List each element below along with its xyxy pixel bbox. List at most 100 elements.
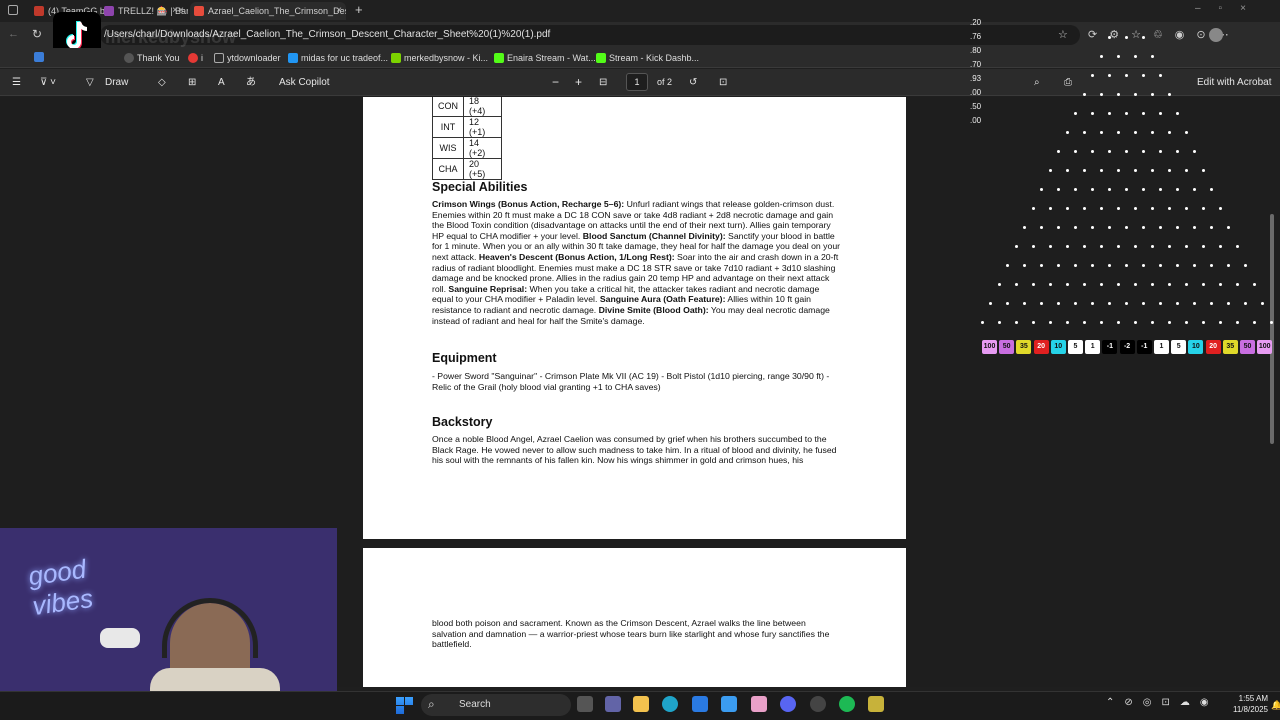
plinko-peg [1108, 264, 1111, 267]
copilot-icon[interactable] [721, 696, 737, 712]
app-icon[interactable] [751, 696, 767, 712]
window-controls[interactable]: –▫× [1195, 3, 1264, 14]
file-explorer-icon[interactable] [633, 696, 649, 712]
taskbar-search[interactable]: Search [421, 694, 571, 716]
bookmark-i[interactable]: i [188, 51, 203, 65]
plinko-peg [1201, 321, 1205, 324]
plinko-peg [1091, 302, 1094, 305]
plinko-peg [1227, 302, 1230, 305]
plinko-peg [1142, 112, 1145, 115]
draw-button[interactable]: Draw [105, 75, 128, 90]
contents-icon[interactable]: ☰ [12, 75, 21, 90]
plinko-peg [1125, 74, 1128, 77]
plinko-peg [1099, 321, 1103, 324]
plinko-peg [1227, 226, 1230, 229]
plinko-peg [1133, 131, 1137, 134]
odds-label: .80 [970, 46, 982, 55]
multiplier-slot: 20 [1033, 340, 1049, 354]
multiplier-slot: -1 [1136, 340, 1152, 354]
discord-icon[interactable] [780, 696, 796, 712]
plinko-peg [1108, 36, 1111, 39]
plinko-peg [1133, 207, 1137, 210]
erase-icon[interactable]: ◇ [158, 75, 166, 90]
bookmark-icon [124, 53, 134, 63]
bookmark-enaira[interactable]: Enaira Stream - Wat... [494, 51, 596, 65]
read-aloud-icon[interactable]: A [218, 75, 225, 90]
tab-active[interactable]: Azrael_Caelion_The_Crimson_Des × [190, 2, 346, 20]
shirt [150, 668, 280, 692]
plinko-peg [1218, 207, 1222, 210]
plinko-peg [1099, 131, 1103, 134]
plinko-peg [1040, 264, 1043, 267]
zoom-in-button[interactable]: + [575, 75, 582, 90]
tab-1[interactable]: TRELLZ! 🎰 | Ban × [100, 2, 188, 20]
spotify-icon[interactable] [839, 696, 855, 712]
teams-icon[interactable] [605, 696, 621, 712]
refresh-icon[interactable]: ↻ [32, 27, 42, 41]
plinko-peg [1065, 207, 1069, 210]
plinko-peg [1099, 283, 1103, 286]
translate-icon[interactable]: あ [246, 75, 256, 90]
rotate-icon[interactable]: ↺ [689, 75, 697, 90]
plinko-peg [1057, 264, 1060, 267]
windows-start-icon[interactable] [396, 697, 413, 714]
plinko-peg [1116, 93, 1120, 96]
pdf-page-2: blood both poison and sacrament. Known a… [363, 548, 906, 687]
window-icon[interactable] [8, 5, 18, 15]
ask-copilot-button[interactable]: Ask Copilot [279, 75, 330, 90]
plinko-peg [1167, 207, 1171, 210]
plinko-peg [1048, 169, 1052, 172]
zoom-out-button[interactable]: − [552, 75, 559, 90]
bookmark-kick-dashboard[interactable]: Stream - Kick Dashb... [596, 51, 699, 65]
bookmark-thank-you[interactable]: Thank You [124, 51, 180, 65]
back-icon[interactable]: ← [8, 28, 19, 40]
fit-page-icon[interactable]: ⊟ [599, 75, 607, 90]
plinko-peg [1108, 112, 1111, 115]
plinko-peg [1176, 226, 1179, 229]
plinko-peg [1074, 264, 1077, 267]
plinko-peg [1099, 93, 1103, 96]
task-view-icon[interactable] [577, 696, 593, 712]
plinko-peg [1184, 207, 1188, 210]
plinko-peg [1116, 55, 1120, 58]
plinko-peg [1159, 188, 1162, 191]
plinko-peg [1074, 188, 1077, 191]
plinko-peg [1108, 74, 1111, 77]
notification-bell-icon[interactable]: 🔔 [1271, 700, 1280, 711]
plinko-peg [1176, 150, 1179, 153]
plinko-peg [1167, 93, 1171, 96]
obs-icon[interactable] [810, 696, 826, 712]
highlight-icon[interactable]: ⊽ ˅ [40, 75, 56, 90]
close-icon[interactable]: × [336, 2, 342, 20]
plinko-peg [1184, 283, 1188, 286]
bookmark-folder-icon[interactable] [34, 52, 44, 62]
app-icon[interactable] [868, 696, 884, 712]
bookmark-merkedbysnow[interactable]: merkedbysnow - Ki... [391, 51, 488, 65]
plinko-peg [1082, 131, 1086, 134]
stat-name: INT [432, 116, 464, 138]
draw-icon[interactable]: ▽ [86, 75, 94, 90]
plinko-peg [1074, 150, 1077, 153]
bookmark-ytdownloader[interactable]: ytdownloader [214, 51, 281, 65]
address-bar[interactable]: /Users/charl/Downloads/Azrael_Caelion_Th… [100, 25, 1080, 45]
table-row: CON 18 (+4) [432, 97, 502, 117]
odds-label: .70 [970, 60, 982, 69]
plinko-peg [1065, 283, 1069, 286]
bookmark-midas[interactable]: midas for uc tradeof... [288, 51, 388, 65]
close-icon[interactable]: × [178, 2, 184, 20]
plinko-peg [1048, 245, 1052, 248]
plinko-peg [1040, 188, 1043, 191]
equipment-heading: Equipment [432, 351, 497, 365]
plinko-peg [1176, 188, 1179, 191]
store-icon[interactable] [692, 696, 708, 712]
text-icon[interactable]: ⊞ [188, 75, 196, 90]
system-tray-icons[interactable]: ⌃⊘◎⊡☁◉ [1106, 697, 1219, 708]
edge-icon[interactable] [662, 696, 678, 712]
plinko-peg [1057, 150, 1060, 153]
new-tab-button[interactable]: + [355, 2, 363, 17]
page-view-icon[interactable]: ⊡ [719, 75, 727, 90]
page-number-input[interactable]: 1 [626, 73, 648, 91]
taskbar-clock[interactable]: 1:55 AM 11/8/2025 [1228, 693, 1268, 715]
plinko-peg [1108, 302, 1111, 305]
plinko-peg [1142, 302, 1145, 305]
